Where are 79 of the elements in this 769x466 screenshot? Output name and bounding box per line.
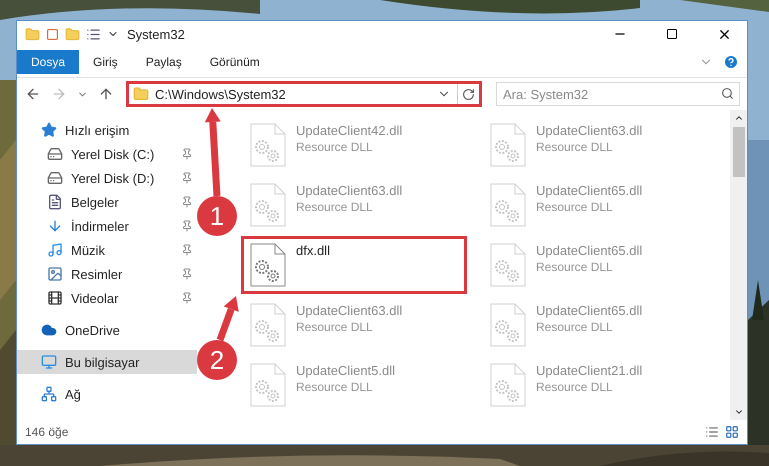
sidebar-item[interactable]: İndirmeler xyxy=(17,214,197,238)
ribbon-tab[interactable]: Dosya xyxy=(17,50,80,74)
file-type: Resource DLL xyxy=(296,380,374,394)
document-icon xyxy=(47,194,63,210)
file-name: UpdateClient63.dll xyxy=(296,303,402,318)
large-icons-view-icon[interactable] xyxy=(725,425,739,439)
drive-icon xyxy=(47,170,63,186)
sidebar-item[interactable]: Videolar xyxy=(17,286,197,310)
file-name: UpdateClient21.dll xyxy=(536,363,642,378)
sidebar-item[interactable]: Ağ xyxy=(17,382,197,406)
settings-file-icon xyxy=(250,243,286,287)
file-name: dfx.dll xyxy=(296,243,330,258)
settings-file-icon xyxy=(490,363,526,407)
file-name: UpdateClient63.dll xyxy=(296,183,402,198)
forward-icon xyxy=(51,86,67,102)
sidebar-item[interactable]: Yerel Disk (D:) xyxy=(17,166,197,190)
ribbon-tab[interactable]: Giriş xyxy=(79,50,132,74)
maximize-icon xyxy=(666,28,678,40)
settings-file-icon xyxy=(250,183,286,227)
search-field[interactable]: Ara: System32 xyxy=(496,82,740,106)
scrollbar-thumb[interactable] xyxy=(732,127,744,177)
pin-icon[interactable] xyxy=(181,172,193,184)
details-view-icon[interactable] xyxy=(705,425,719,439)
drive-icon xyxy=(47,146,63,162)
list-icon[interactable] xyxy=(86,26,101,42)
picture-frame-icon xyxy=(47,266,63,282)
pin-icon[interactable] xyxy=(181,196,193,208)
sidebar-item[interactable]: Resimler xyxy=(17,262,197,286)
sidebar-item[interactable]: Bu bilgisayar xyxy=(17,350,197,374)
settings-file-icon xyxy=(250,123,286,167)
window-title: System32 xyxy=(127,26,186,42)
ribbon-tab[interactable]: Görünüm xyxy=(196,50,274,74)
settings-file-icon xyxy=(490,123,526,167)
file-type: Resource DLL xyxy=(296,140,374,154)
settings-file-icon xyxy=(490,303,526,347)
monitor-icon xyxy=(41,354,57,370)
file-name: UpdateClient42.dll xyxy=(296,123,402,138)
back-icon xyxy=(25,86,41,102)
file-type: Resource DLL xyxy=(536,200,614,214)
film-icon xyxy=(47,290,63,306)
item-count: 146 öğe xyxy=(25,425,70,439)
file-type: Resource DLL xyxy=(536,320,614,334)
file-name: UpdateClient5.dll xyxy=(296,363,396,378)
star-icon xyxy=(41,122,57,138)
file-type: Resource DLL xyxy=(296,200,374,214)
file-name: UpdateClient65.dll xyxy=(536,183,642,198)
help-icon[interactable] xyxy=(723,54,739,70)
pin-icon[interactable] xyxy=(181,244,193,256)
scrollbar[interactable] xyxy=(730,110,747,420)
sidebar-item[interactable]: Yerel Disk (C:) xyxy=(17,142,197,166)
annotation-arrow xyxy=(216,296,239,342)
music-note-icon xyxy=(47,242,63,258)
sidebar-item[interactable]: OneDrive xyxy=(17,318,197,342)
cloud-icon xyxy=(41,322,57,338)
file-type: Resource DLL xyxy=(296,320,374,334)
pin-icon[interactable] xyxy=(181,148,193,160)
ribbon-tab[interactable]: Paylaş xyxy=(132,50,196,74)
sidebar-item[interactable]: Hızlı erişim xyxy=(17,118,197,142)
settings-file-icon xyxy=(490,183,526,227)
file-type: Resource DLL xyxy=(536,140,614,154)
file-type: Resource DLL xyxy=(536,380,614,394)
file-name: UpdateClient65.dll xyxy=(536,303,642,318)
pin-icon[interactable] xyxy=(181,220,193,232)
pin-icon[interactable] xyxy=(181,268,193,280)
address-bar[interactable]: C:\Windows\System32 xyxy=(126,81,482,107)
file-name: UpdateClient65.dll xyxy=(536,243,642,258)
refresh-icon xyxy=(462,88,475,100)
settings-file-icon xyxy=(490,243,526,287)
folder-icon xyxy=(133,86,149,102)
network-icon xyxy=(41,386,57,402)
file-name: UpdateClient63.dll xyxy=(536,123,642,138)
settings-file-icon xyxy=(250,303,286,347)
sidebar-item[interactable]: Müzik xyxy=(17,238,197,262)
pin-icon[interactable] xyxy=(181,292,193,304)
file-type: Resource DLL xyxy=(536,260,614,274)
sidebar-item[interactable]: Belgeler xyxy=(17,190,197,214)
search-icon[interactable] xyxy=(721,87,734,100)
file-item[interactable]: dfx.dll xyxy=(241,236,467,294)
settings-file-icon xyxy=(250,363,286,407)
